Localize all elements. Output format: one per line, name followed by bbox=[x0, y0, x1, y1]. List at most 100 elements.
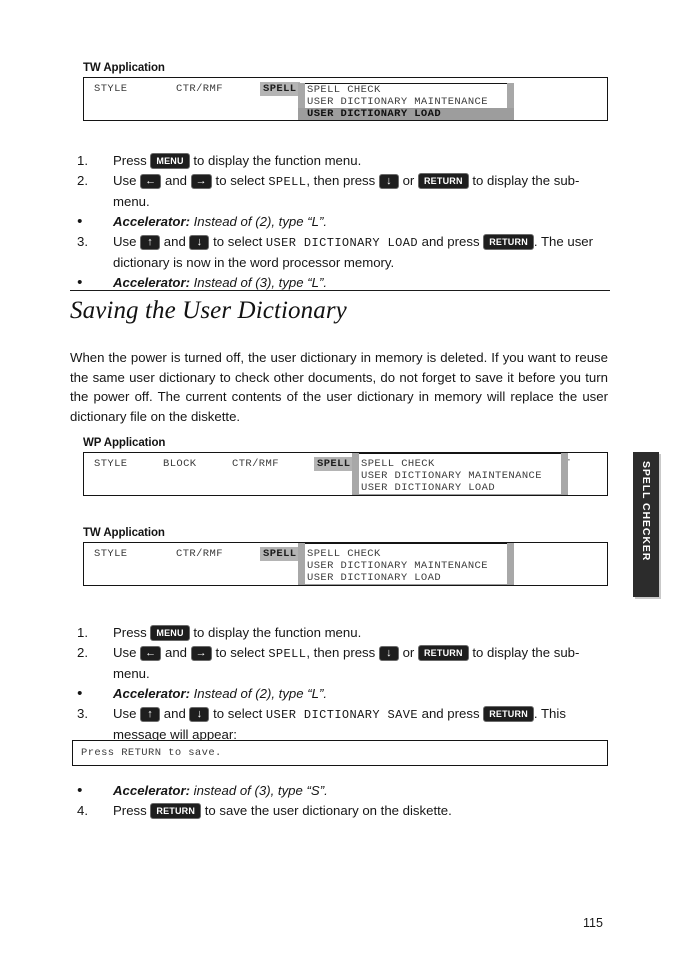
step-item: 4. Press RETURN to save the user diction… bbox=[77, 801, 612, 821]
dropdown-item[interactable]: USER DICTIONARY MAINTENANCE bbox=[359, 470, 561, 482]
step-text-b: to display the function menu. bbox=[189, 625, 362, 640]
arrow-down-key[interactable]: ↓ bbox=[189, 235, 210, 250]
section-body: When the power is turned off, the user d… bbox=[70, 348, 608, 426]
step-text-c: to select bbox=[209, 706, 266, 721]
dropdown-item[interactable]: USER DICTIONARY LOAD bbox=[305, 572, 507, 584]
dropdown-item[interactable]: SPELL CHECK bbox=[359, 458, 561, 470]
step-text-b: to display the function menu. bbox=[189, 153, 362, 168]
dropdown-inner: SPELL CHECK USER DICTIONARY MAINTENANCE … bbox=[298, 83, 514, 121]
step-text-a: Use bbox=[113, 173, 141, 188]
step-text-b: and bbox=[161, 645, 191, 660]
dropdown-item[interactable]: USER DICTIONARY LOAD bbox=[359, 482, 561, 494]
menu-screen: STYLE CTR/RMF SPELL SPELL CHECK USER DIC… bbox=[83, 77, 608, 121]
menu-key[interactable]: MENU bbox=[150, 625, 190, 641]
page-number: 115 bbox=[583, 916, 603, 930]
dropdown-item-selected[interactable]: USER DICTIONARY LOAD bbox=[298, 108, 514, 120]
bullet-icon: • bbox=[77, 213, 83, 230]
step-item: 2. Use ← and → to select SPELL, then pre… bbox=[77, 643, 612, 684]
accelerator-label: Accelerator: bbox=[113, 275, 190, 290]
menu-item-spell[interactable]: SPELL bbox=[314, 457, 354, 471]
arrow-up-key[interactable]: ↑ bbox=[140, 235, 161, 250]
step-text-a: Press bbox=[113, 153, 151, 168]
arrow-right-key[interactable]: → bbox=[190, 646, 212, 661]
menu-item-block[interactable]: BLOCK bbox=[163, 458, 197, 470]
menu-item-ctr-rmf[interactable]: CTR/RMF bbox=[232, 458, 279, 470]
dropdown-menu: SPELL CHECK USER DICTIONARY MAINTENANCE … bbox=[352, 453, 568, 495]
step-text-e: or bbox=[398, 645, 418, 660]
arrow-left-key[interactable]: ← bbox=[140, 646, 162, 661]
return-key[interactable]: RETURN bbox=[483, 234, 534, 250]
arrow-up-key[interactable]: ↑ bbox=[140, 707, 161, 722]
step-text-b: to save the user dictionary on the diske… bbox=[201, 803, 452, 818]
step-item: 1. Press MENU to display the function me… bbox=[77, 623, 612, 643]
menu-item-style[interactable]: STYLE bbox=[94, 83, 128, 95]
step-text-d: , then press bbox=[306, 173, 379, 188]
menu-item-spell[interactable]: SPELL bbox=[260, 82, 300, 96]
arrow-down-key[interactable]: ↓ bbox=[378, 646, 399, 661]
menu-item-style[interactable]: STYLE bbox=[94, 458, 128, 470]
accelerator-text: instead of (3), type “S”. bbox=[189, 783, 328, 798]
menu-item-ctr-rmf[interactable]: CTR/RMF bbox=[176, 548, 223, 560]
step-number: 1. bbox=[77, 153, 88, 168]
steps-save-user-dictionary: 1. Press MENU to display the function me… bbox=[77, 623, 612, 745]
dropdown-item[interactable]: USER DICTIONARY SAVE bbox=[305, 120, 507, 121]
dropdown-item[interactable]: USER DICTIONARY MAINTENANCE bbox=[305, 96, 507, 108]
dropdown-menu: SPELL CHECK USER DICTIONARY MAINTENANCE … bbox=[298, 543, 514, 585]
dropdown-item[interactable]: SPELL CHECK bbox=[305, 84, 507, 96]
step-text-a: Use bbox=[113, 645, 141, 660]
section-header: Saving the User Dictionary bbox=[70, 290, 610, 325]
accelerator-label: Accelerator: bbox=[113, 783, 190, 798]
step-item: 3. Use ↑ and ↓ to select USER DICTIONARY… bbox=[77, 232, 612, 273]
screen-figure-tw-save: TW Application STYLE CTR/RMF SPELL SPELL… bbox=[83, 527, 608, 586]
arrow-down-key[interactable]: ↓ bbox=[378, 174, 399, 189]
step-text-a: Use bbox=[113, 234, 141, 249]
menu-item-style[interactable]: STYLE bbox=[94, 548, 128, 560]
step-number: 2. bbox=[77, 173, 88, 188]
return-key[interactable]: RETURN bbox=[417, 173, 469, 189]
dropdown-item-selected[interactable]: USER DICTIONARY SAVE bbox=[352, 494, 568, 495]
step-text-b: and bbox=[161, 173, 191, 188]
dropdown-item[interactable]: USER DICTIONARY MAINTENANCE bbox=[305, 560, 507, 572]
bullet-icon: • bbox=[77, 782, 83, 799]
step-text-b: and bbox=[160, 706, 190, 721]
step-text-b: and bbox=[160, 234, 190, 249]
return-key[interactable]: RETURN bbox=[417, 645, 469, 661]
menu-name-spell: SPELL bbox=[268, 647, 307, 661]
screen-figure-wp-save: WP Application STYLE BLOCK CTR/RMF SPELL… bbox=[83, 437, 608, 496]
dropdown-inner: SPELL CHECK USER DICTIONARY MAINTENANCE … bbox=[352, 453, 568, 495]
step-text-e: or bbox=[398, 173, 418, 188]
arrow-left-key[interactable]: ← bbox=[140, 174, 162, 189]
accelerator-label: Accelerator: bbox=[113, 686, 190, 701]
arrow-down-key[interactable]: ↓ bbox=[189, 707, 210, 722]
step-number: 2. bbox=[77, 645, 88, 660]
menu-name-user-dictionary-load: USER DICTIONARY LOAD bbox=[265, 236, 418, 250]
dropdown-item-selected[interactable]: USER DICTIONARY SAVE bbox=[298, 584, 514, 585]
page-title: Saving the User Dictionary bbox=[70, 297, 347, 324]
step-item: 1. Press MENU to display the function me… bbox=[77, 151, 612, 171]
step-number: 1. bbox=[77, 625, 88, 640]
accelerator-note: • Accelerator: instead of (3), type “S”. bbox=[77, 781, 612, 801]
menu-item-ctr-rmf[interactable]: CTR/RMF bbox=[176, 83, 223, 95]
step-text-c: to select bbox=[211, 645, 269, 660]
dropdown-menu: SPELL CHECK USER DICTIONARY MAINTENANCE … bbox=[298, 83, 514, 121]
return-key[interactable]: RETURN bbox=[150, 803, 202, 819]
message-screen: Press RETURN to save. bbox=[72, 740, 608, 766]
menu-screen: STYLE CTR/RMF SPELL SPELL CHECK USER DIC… bbox=[83, 542, 608, 586]
thumb-tab-label: SPELL CHECKER bbox=[640, 461, 652, 562]
menu-item-spell[interactable]: SPELL bbox=[260, 547, 300, 561]
step-text-c: to select bbox=[209, 234, 266, 249]
menu-key[interactable]: MENU bbox=[150, 153, 190, 169]
return-key[interactable]: RETURN bbox=[483, 706, 534, 722]
step-text-a: Press bbox=[113, 803, 151, 818]
accelerator-text: Instead of (3), type “L”. bbox=[189, 275, 328, 290]
accelerator-text: Instead of (2), type “L”. bbox=[189, 214, 328, 229]
step-number: 3. bbox=[77, 234, 88, 249]
accelerator-label: Accelerator: bbox=[113, 214, 190, 229]
step-text-a: Press bbox=[113, 625, 151, 640]
dropdown-item[interactable]: SPELL CHECK bbox=[305, 548, 507, 560]
accelerator-text: Instead of (2), type “L”. bbox=[189, 686, 328, 701]
side-thumb-tab: SPELL CHECKER bbox=[633, 452, 659, 597]
step-text-d: and press bbox=[417, 706, 484, 721]
arrow-right-key[interactable]: → bbox=[190, 174, 212, 189]
menu-name-spell: SPELL bbox=[268, 175, 307, 189]
